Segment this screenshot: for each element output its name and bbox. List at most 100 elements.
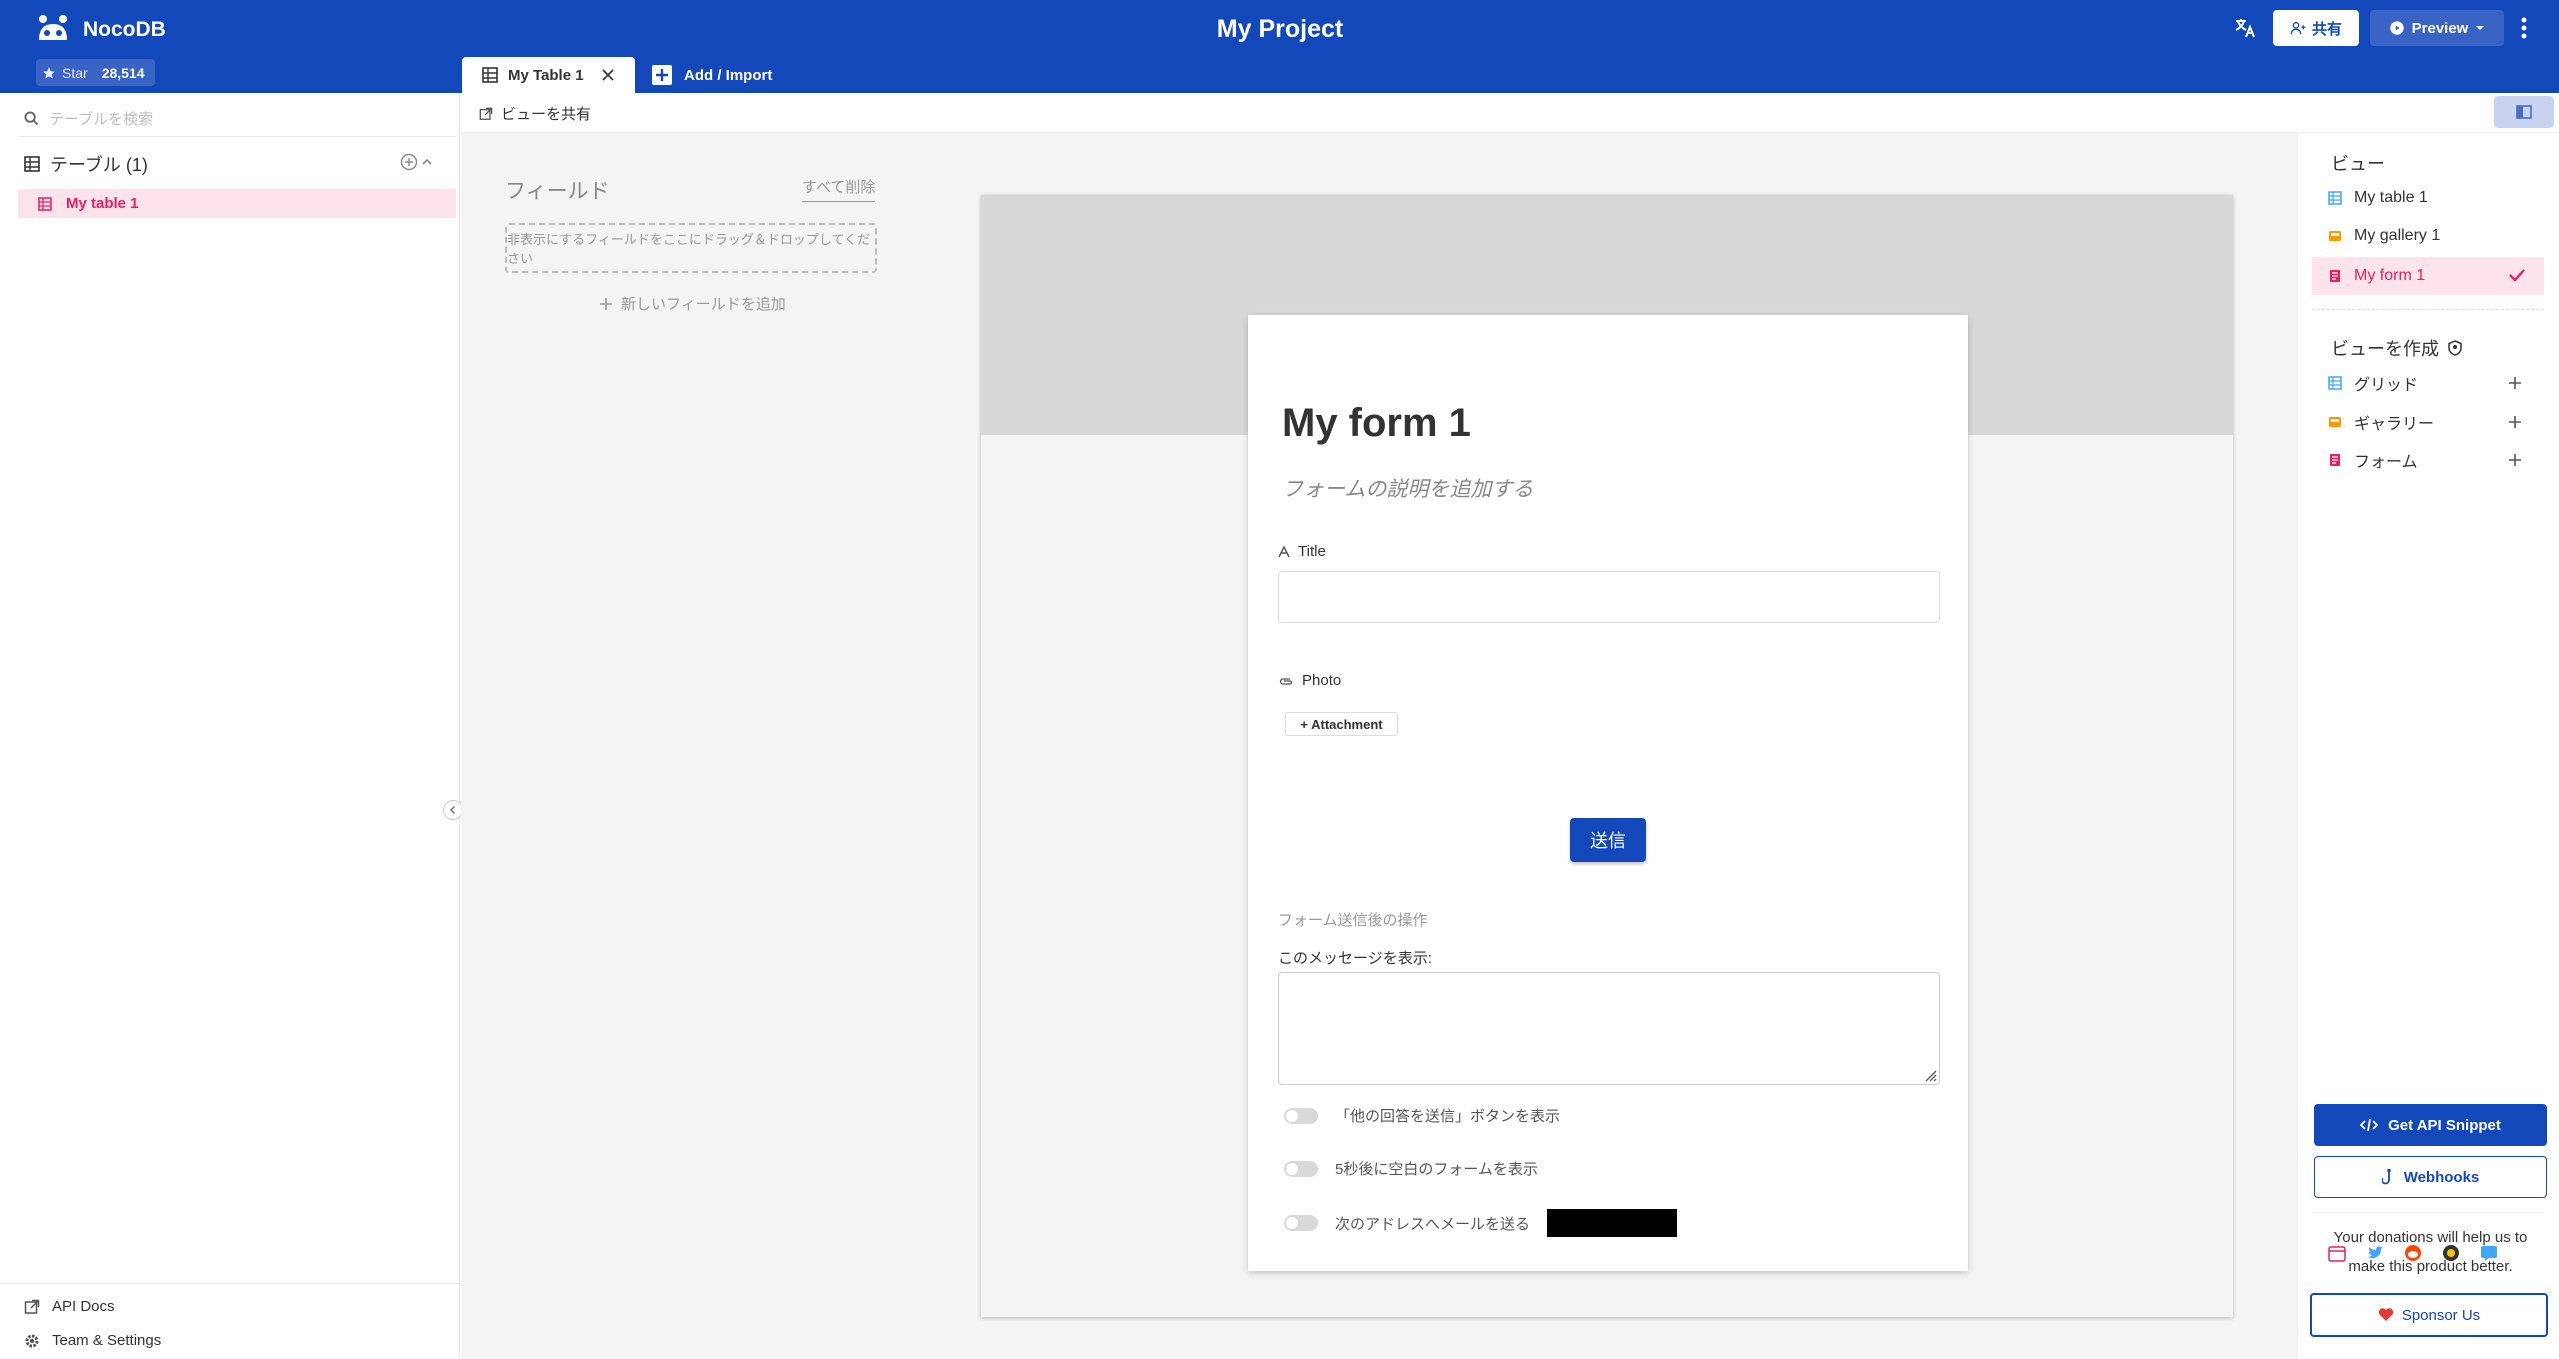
gear-icon [24,1333,40,1349]
search-icon [24,111,39,126]
project-title: My Project [1216,15,1344,43]
view-label: My gallery 1 [2354,227,2441,244]
resize-handle-icon[interactable] [1923,1068,1937,1082]
views-heading: ビュー [2331,154,2385,174]
field-label-title: Title [1278,543,1326,560]
create-gallery-view[interactable]: ギャラリー [2312,403,2544,441]
tab-add-import[interactable]: Add / Import [652,57,772,93]
form-description-input[interactable]: フォームの説明を追加する [1282,473,1533,503]
webhooks-button[interactable]: Webhooks [2314,1156,2547,1198]
api-docs-label: API Docs [52,1298,115,1315]
twitter-icon[interactable] [2366,1244,2384,1262]
toggle-label: 次のアドレスへメールを送る [1335,1215,1531,1233]
blank-form-toggle[interactable] [1284,1160,1318,1177]
toggle-views-panel-button[interactable] [2494,96,2554,128]
toggle-label: 「他の回答を送信」ボタンを表示 [1335,1108,1561,1125]
create-option-label: フォーム [2354,454,2418,471]
create-form-view[interactable]: フォーム [2312,441,2544,479]
code-icon [2360,1118,2379,1132]
form-title[interactable]: My form 1 [1282,401,1471,446]
email-toggle[interactable] [1284,1215,1318,1231]
redacted-email [1547,1209,1678,1237]
clear-all-button[interactable]: すべて削除 [802,176,876,202]
more-vertical-icon[interactable] [2520,16,2528,40]
nocodb-logo-icon[interactable] [35,14,71,42]
team-settings-link[interactable]: Team & Settings [24,1332,161,1349]
open-in-new-icon [479,107,493,121]
chat-icon[interactable] [2480,1244,2498,1262]
sponsor-button[interactable]: Sponsor Us [2310,1293,2548,1337]
drop-hint: 非表示にするフィールドをここにドラッグ＆ドロップしてください [507,232,871,266]
gallery-icon [2328,229,2342,243]
share-button[interactable]: 共有 [2273,10,2359,46]
sidebar-item-label: My table 1 [66,195,139,212]
title-input[interactable] [1278,571,1940,623]
view-label: My form 1 [2354,267,2426,284]
preview-button[interactable]: Preview [2370,10,2504,46]
plus-icon[interactable] [2508,376,2522,390]
create-view-heading: ビューを作成 [2331,339,2439,359]
form-icon [2328,269,2342,283]
add-circle-icon[interactable] [400,153,418,171]
view-my-form-1[interactable]: My form 1 [2312,257,2544,295]
chevron-up-icon[interactable] [420,155,434,169]
create-view-heading-row: ビューを作成 [2331,335,2463,361]
share-view-label: ビューを共有 [501,106,592,123]
tables-actions [400,153,434,171]
submit-another-toggle[interactable] [1284,1107,1318,1124]
add-field-button[interactable]: 新しいフィールドを追加 [599,293,786,314]
github-star-button[interactable]: Star 28,514 [36,59,155,86]
toggle-row-blank-form: 5秒後に空白のフォームを表示 [1284,1158,1538,1179]
tab-label: Add / Import [684,66,773,84]
brand-name: NocoDB [83,18,166,41]
calendar-icon[interactable] [2328,1244,2346,1262]
check-icon [2508,266,2526,284]
table-search[interactable]: テーブルを検索 [24,108,153,129]
form-icon [2328,453,2342,467]
hidden-fields-drop-zone[interactable]: 非表示にするフィールドをここにドラッグ＆ドロップしてください [505,223,877,273]
tables-section-header[interactable]: テーブル (1) [24,150,434,178]
reddit-icon[interactable] [2404,1244,2422,1262]
sidebar-footer: API Docs Team & Settings [0,1283,460,1349]
toggle-label: 5秒後に空白のフォームを表示 [1335,1161,1538,1178]
close-icon[interactable] [602,69,614,81]
grid-icon [2328,376,2342,390]
shield-icon [2447,340,2463,356]
get-api-snippet-button[interactable]: Get API Snippet [2314,1104,2547,1146]
tab-label: My Table 1 [508,66,584,84]
plus-icon[interactable] [2508,415,2522,429]
view-my-table-1[interactable]: My table 1 [2312,179,2544,217]
view-toolbar: ビューを共有 [461,93,2559,133]
field-label-text: Photo [1302,672,1342,689]
star-icon [42,66,56,80]
add-field-label: 新しいフィールドを追加 [621,296,786,313]
collapse-sidebar-button[interactable] [443,800,463,820]
discord-icon[interactable] [2442,1244,2460,1262]
create-grid-view[interactable]: グリッド [2312,364,2544,402]
form-card: My form 1 フォームの説明を追加する Title Photo + Att… [1248,315,1968,1271]
submit-button[interactable]: 送信 [1570,818,1646,862]
field-label-photo: Photo [1278,672,1341,689]
api-docs-link[interactable]: API Docs [24,1298,115,1315]
grid-icon [2328,191,2342,205]
view-my-gallery-1[interactable]: My gallery 1 [2312,217,2544,255]
caret-down-icon [2475,23,2485,33]
chevron-left-icon [448,805,458,815]
attachment-icon [1278,675,1294,687]
star-label: Star [62,64,88,81]
tab-my-table-1[interactable]: My Table 1 [462,57,635,93]
add-box-icon [652,65,672,85]
success-message-textarea[interactable] [1278,972,1940,1085]
table-icon [24,156,40,172]
add-attachment-button[interactable]: + Attachment [1285,712,1398,736]
api-snippet-label: Get API Snippet [2388,1116,2501,1134]
side-panel-icon [2516,105,2532,119]
divider [2312,309,2544,310]
translate-icon[interactable] [2233,16,2257,40]
sidebar-item-my-table-1[interactable]: My table 1 [18,189,456,218]
preview-role-icon [2389,20,2405,36]
view-label: My table 1 [2354,189,2428,206]
social-icons [2328,1244,2498,1262]
share-view-button[interactable]: ビューを共有 [479,103,591,124]
plus-icon[interactable] [2508,453,2522,467]
